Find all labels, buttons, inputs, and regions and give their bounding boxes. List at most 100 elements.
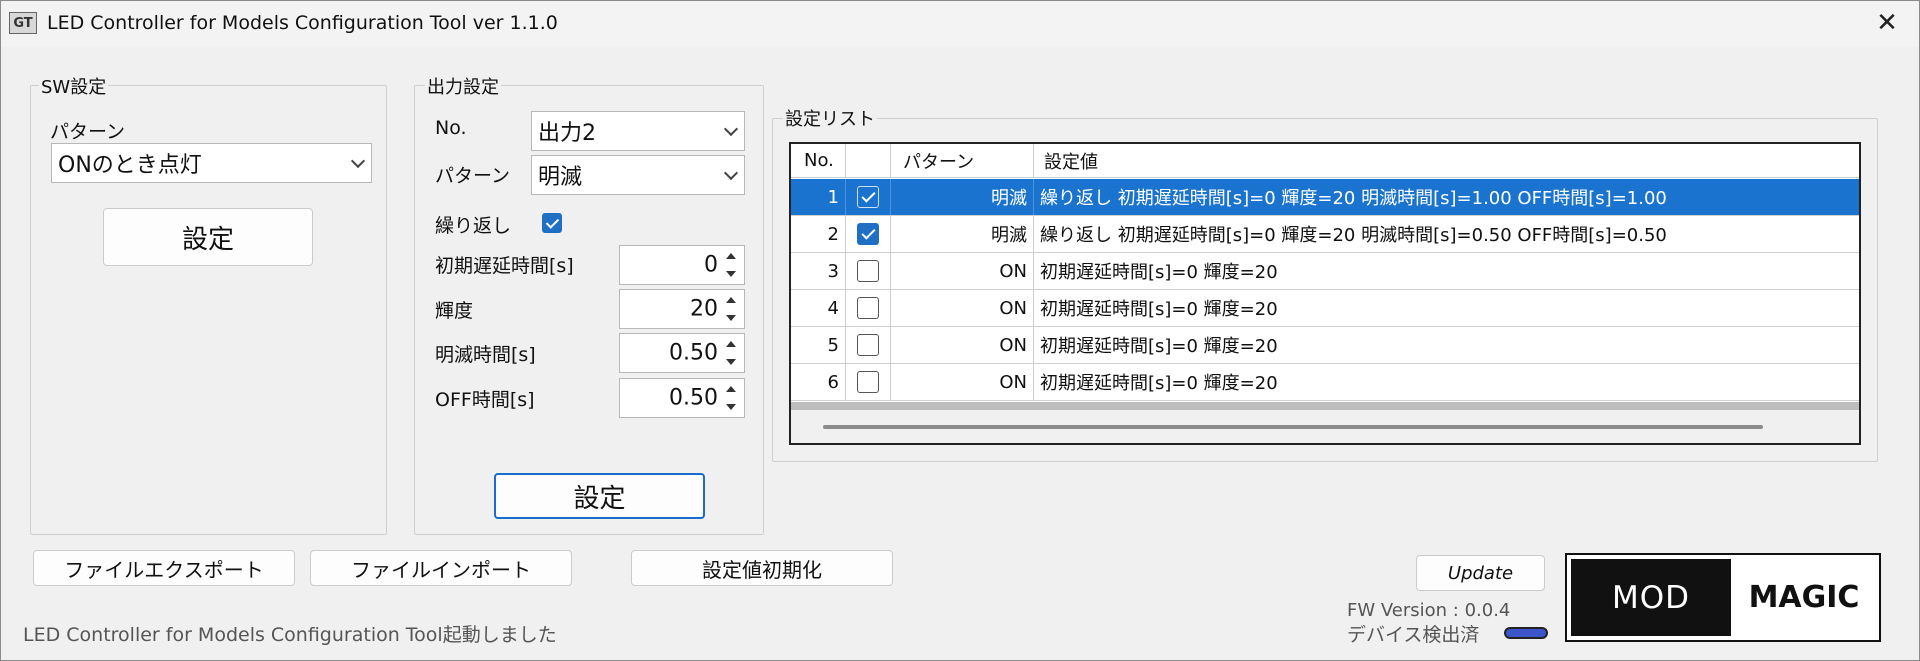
app-icon: GT bbox=[9, 12, 37, 34]
sw-pattern-label: パターン bbox=[50, 121, 126, 143]
delay-label: 初期遅延時間[s] bbox=[435, 255, 574, 277]
device-status: デバイス検出済 bbox=[1347, 624, 1480, 646]
device-led-icon bbox=[1504, 627, 1548, 639]
app-window: GT LED Controller for Models Configurati… bbox=[0, 0, 1920, 661]
row-value: 初期遅延時間[s]=0 輝度=20 bbox=[1040, 262, 1278, 283]
sw-set-button[interactable]: 設定 bbox=[103, 208, 313, 266]
row-check-cell[interactable] bbox=[846, 327, 891, 363]
settings-list-title: 設定リスト bbox=[783, 105, 877, 131]
spin-down-icon[interactable] bbox=[726, 271, 736, 277]
row-value: 初期遅延時間[s]=0 輝度=20 bbox=[1040, 373, 1278, 394]
row-checkbox[interactable] bbox=[857, 186, 879, 208]
spin-up-icon[interactable] bbox=[726, 386, 736, 392]
file-import-button[interactable]: ファイルインポート bbox=[310, 550, 572, 586]
table-row[interactable]: 6 ON 初期遅延時間[s]=0 輝度=20 bbox=[791, 364, 1859, 401]
row-pattern: ON bbox=[891, 364, 1034, 400]
spin-up-icon[interactable] bbox=[726, 341, 736, 347]
col-header-value[interactable]: 設定値 bbox=[1034, 144, 1859, 178]
row-value: 初期遅延時間[s]=0 輝度=20 bbox=[1040, 299, 1278, 320]
file-export-button[interactable]: ファイルエクスポート bbox=[33, 550, 295, 586]
spin-up-icon[interactable] bbox=[726, 253, 736, 259]
row-checkbox[interactable] bbox=[857, 260, 879, 282]
mod-magic-logo: MOD MAGIC bbox=[1565, 553, 1881, 642]
close-icon[interactable]: ✕ bbox=[1869, 7, 1905, 39]
row-value: 繰り返し 初期遅延時間[s]=0 輝度=20 明滅時間[s]=1.00 OFF時… bbox=[1040, 188, 1667, 209]
spinner[interactable] bbox=[722, 382, 740, 414]
row-pattern: ON bbox=[891, 290, 1034, 326]
output-set-button[interactable]: 設定 bbox=[494, 473, 705, 519]
row-value: 繰り返し 初期遅延時間[s]=0 輝度=20 明滅時間[s]=0.50 OFF時… bbox=[1040, 225, 1667, 246]
row-pattern: 明滅 bbox=[891, 216, 1034, 252]
fw-version: FW Version : 0.0.4 bbox=[1347, 600, 1511, 621]
table-row[interactable]: 4 ON 初期遅延時間[s]=0 輝度=20 bbox=[791, 290, 1859, 327]
table-row[interactable]: 5 ON 初期遅延時間[s]=0 輝度=20 bbox=[791, 327, 1859, 364]
scrollbar-thumb[interactable] bbox=[823, 425, 1763, 429]
delay-input[interactable]: 0 bbox=[619, 245, 745, 285]
update-button[interactable]: Update bbox=[1416, 555, 1545, 591]
sw-settings-title: SW設定 bbox=[39, 73, 109, 99]
output-pattern-select[interactable]: 明滅 bbox=[531, 155, 745, 195]
output-no-value: 出力2 bbox=[538, 121, 596, 146]
row-check-cell[interactable] bbox=[846, 253, 891, 289]
spin-up-icon[interactable] bbox=[726, 297, 736, 303]
logo-mod: MOD bbox=[1571, 559, 1731, 636]
spin-down-icon[interactable] bbox=[726, 315, 736, 321]
row-check-cell[interactable] bbox=[846, 216, 891, 252]
off-time-label: OFF時間[s] bbox=[435, 389, 535, 411]
reset-settings-button[interactable]: 設定値初期化 bbox=[631, 550, 893, 586]
row-no: 3 bbox=[791, 253, 846, 289]
row-pattern: ON bbox=[891, 327, 1034, 363]
row-check-cell[interactable] bbox=[846, 364, 891, 400]
logo-magic: MAGIC bbox=[1748, 580, 1860, 615]
output-no-label: No. bbox=[435, 117, 467, 139]
row-check-cell[interactable] bbox=[846, 179, 891, 215]
brightness-value: 20 bbox=[690, 296, 718, 322]
spin-down-icon[interactable] bbox=[726, 359, 736, 365]
row-checkbox[interactable] bbox=[857, 334, 879, 356]
row-no: 2 bbox=[791, 216, 846, 252]
spinner[interactable] bbox=[722, 249, 740, 281]
output-settings-title: 出力設定 bbox=[425, 73, 501, 99]
status-message: LED Controller for Models Configuration … bbox=[23, 624, 557, 646]
row-value: 初期遅延時間[s]=0 輝度=20 bbox=[1040, 336, 1278, 357]
table-row[interactable]: 2 明滅 繰り返し 初期遅延時間[s]=0 輝度=20 明滅時間[s]=0.50 O… bbox=[791, 216, 1859, 253]
output-pattern-value: 明滅 bbox=[538, 165, 583, 190]
col-header-pattern[interactable]: パターン bbox=[891, 144, 1034, 178]
output-no-select[interactable]: 出力2 bbox=[531, 111, 745, 151]
row-no: 6 bbox=[791, 364, 846, 400]
row-pattern: 明滅 bbox=[891, 179, 1034, 215]
horizontal-scrollbar[interactable] bbox=[791, 410, 1859, 443]
row-no: 5 bbox=[791, 327, 846, 363]
repeat-label: 繰り返し bbox=[435, 215, 512, 237]
off-time-value: 0.50 bbox=[669, 385, 718, 411]
title-bar: GT LED Controller for Models Configurati… bbox=[1, 1, 1919, 47]
row-check-cell[interactable] bbox=[846, 290, 891, 326]
repeat-checkbox[interactable] bbox=[542, 213, 562, 233]
row-checkbox[interactable] bbox=[857, 297, 879, 319]
row-no: 4 bbox=[791, 290, 846, 326]
output-pattern-label: パターン bbox=[435, 165, 511, 187]
spin-down-icon[interactable] bbox=[726, 404, 736, 410]
sw-pattern-value: ONのとき点灯 bbox=[58, 153, 202, 178]
off-time-input[interactable]: 0.50 bbox=[619, 378, 745, 418]
spinner[interactable] bbox=[722, 337, 740, 369]
row-no: 1 bbox=[791, 179, 846, 215]
table-row[interactable]: 1 明滅 繰り返し 初期遅延時間[s]=0 輝度=20 明滅時間[s]=1.00 O… bbox=[791, 179, 1859, 216]
brightness-input[interactable]: 20 bbox=[619, 289, 745, 329]
sw-pattern-select[interactable]: ONのとき点灯 bbox=[51, 143, 372, 183]
blink-time-input[interactable]: 0.50 bbox=[619, 333, 745, 373]
spinner[interactable] bbox=[722, 293, 740, 325]
col-header-no[interactable]: No. bbox=[791, 144, 846, 178]
blink-time-label: 明滅時間[s] bbox=[435, 344, 536, 366]
chevron-down-icon bbox=[350, 153, 366, 169]
table-row[interactable]: 3 ON 初期遅延時間[s]=0 輝度=20 bbox=[791, 253, 1859, 290]
row-pattern: ON bbox=[891, 253, 1034, 289]
settings-list-table[interactable]: No. パターン 設定値 1 明滅 繰り返し 初期遅延時間[s]=0 輝度=20 明… bbox=[789, 142, 1861, 445]
chevron-down-icon bbox=[723, 165, 739, 181]
row-checkbox[interactable] bbox=[857, 371, 879, 393]
row-checkbox[interactable] bbox=[857, 223, 879, 245]
window-title: LED Controller for Models Configuration … bbox=[47, 12, 558, 34]
col-header-check[interactable] bbox=[846, 144, 891, 178]
delay-value: 0 bbox=[704, 252, 718, 278]
blink-time-value: 0.50 bbox=[669, 340, 718, 366]
